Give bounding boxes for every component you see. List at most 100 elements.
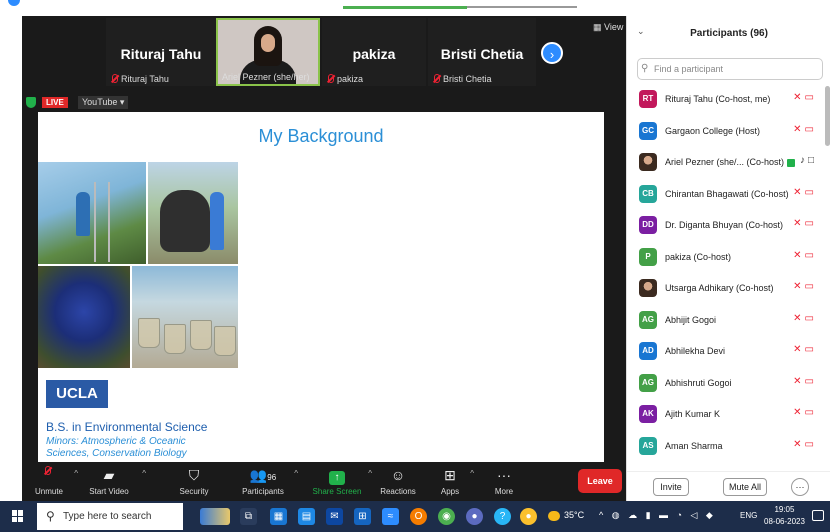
tile-name-small: Ariel Pezner (she/her) bbox=[222, 72, 310, 82]
participant-name-label: Chirantan Bhagawati (Co-host) bbox=[665, 188, 789, 199]
participant-row[interactable]: AS Aman Sharma ✕▭ bbox=[627, 433, 825, 465]
start-video-button[interactable]: ▰ Start Video ^ bbox=[82, 465, 146, 496]
mic-muted-icon[interactable]: ✕▭ bbox=[793, 407, 817, 418]
zoom-icon[interactable]: ≈ bbox=[382, 508, 399, 525]
windows-taskbar: ⚲ Type here to search ⧉ ▦ ▤ ✉ ⊞ ≈ O ◉ ● … bbox=[0, 501, 830, 532]
tile-name-big: pakiza bbox=[352, 46, 396, 62]
participant-search-input[interactable]: ⚲ Find a participant bbox=[637, 58, 823, 80]
zoom-screenshot: Rituraj Tahu Rituraj Tahu Ariel Pezner (… bbox=[0, 0, 830, 532]
news-widget-icon[interactable] bbox=[200, 508, 230, 525]
participants-panel: ⌄ Participants (96) ⚲ Find a participant… bbox=[626, 16, 830, 501]
participant-row[interactable]: Ppakiza (Co-host) ✕▭ bbox=[627, 244, 825, 276]
weather-temp: 35°C bbox=[564, 510, 585, 520]
security-button[interactable]: ⛉ Security bbox=[174, 465, 214, 496]
avatar bbox=[639, 279, 657, 297]
language-indicator[interactable]: ENG bbox=[740, 511, 757, 520]
shield-icon[interactable] bbox=[26, 97, 36, 108]
mic-muted-icon[interactable]: ✕▭ bbox=[793, 250, 817, 261]
participant-row[interactable]: AK Ajith Kumar K ✕▭ bbox=[627, 401, 825, 433]
leave-button[interactable]: Leave bbox=[578, 469, 622, 493]
opera-icon[interactable]: O bbox=[410, 508, 427, 525]
notification-icon[interactable] bbox=[812, 510, 824, 521]
participant-row[interactable]: DD Dr. Diganta Bhuyan (Co-host) ✕▭ bbox=[627, 212, 825, 244]
avatar bbox=[639, 153, 657, 171]
participant-row[interactable]: CB Chirantan Bhagawati (Co-host) ✕▭ bbox=[627, 181, 825, 213]
mic-muted-icon[interactable]: ✕▭ bbox=[793, 439, 817, 450]
video-tile-rituraj[interactable]: Rituraj Tahu Rituraj Tahu bbox=[106, 18, 216, 86]
avatar: AG bbox=[639, 310, 657, 329]
apps-button[interactable]: ⊞ Apps ^ bbox=[436, 465, 474, 496]
reactions-button[interactable]: ☺ Reactions bbox=[376, 465, 420, 496]
mic-muted-icon[interactable]: ✕▭ bbox=[793, 187, 817, 198]
participants-button[interactable]: 👥96 Participants ^ bbox=[238, 465, 298, 496]
search-icon: ⚲ bbox=[46, 509, 55, 523]
participant-name-label: Aman Sharma bbox=[665, 440, 723, 451]
mic-muted-icon[interactable]: ✕▭ bbox=[793, 344, 817, 355]
taskbar-search-input[interactable]: ⚲ Type here to search bbox=[37, 503, 183, 530]
mic-muted-icon[interactable]: ✕▭ bbox=[793, 313, 817, 324]
caret-up-icon[interactable]: ^ bbox=[368, 469, 372, 478]
mute-all-button[interactable]: Mute All bbox=[723, 478, 767, 496]
participant-row[interactable]: AD Abhilekha Devi ✕▭ bbox=[627, 338, 825, 370]
more-options-button[interactable]: ··· bbox=[791, 478, 809, 496]
app-icon[interactable]: ▦ bbox=[270, 508, 287, 525]
help-icon[interactable]: ? bbox=[494, 508, 511, 525]
calendar-icon[interactable]: ▤ bbox=[298, 508, 315, 525]
share-screen-button[interactable]: ↑ Share Screen ^ bbox=[312, 465, 372, 496]
participant-row[interactable]: Utsarga Adhikary (Co-host) ✕▭ bbox=[627, 275, 825, 307]
video-tile-ariel[interactable]: Ariel Pezner (she/her) bbox=[216, 18, 320, 86]
mic-on-icon[interactable]: ♪□ bbox=[800, 155, 817, 166]
caret-up-icon[interactable]: ^ bbox=[142, 469, 146, 478]
video-tile-bristi[interactable]: Bristi Chetia Bristi Chetia bbox=[428, 18, 536, 86]
participant-row[interactable]: GC Gargaon College (Host) ✕▭ bbox=[627, 118, 825, 150]
weather-widget[interactable]: 35°C bbox=[548, 510, 584, 521]
avatar: AD bbox=[639, 342, 657, 360]
window-edge-indicator bbox=[8, 0, 20, 6]
invite-button[interactable]: Invite bbox=[653, 478, 689, 496]
person bbox=[76, 192, 90, 236]
cup bbox=[138, 318, 160, 348]
participant-row[interactable]: AG Abhijit Gogoi ✕▭ bbox=[627, 307, 825, 339]
chrome-icon[interactable]: ◉ bbox=[438, 508, 455, 525]
cup bbox=[190, 320, 212, 350]
clock[interactable]: 19:05 08-06-2023 bbox=[764, 504, 805, 528]
chevron-right-icon[interactable]: › bbox=[541, 42, 563, 64]
participant-row[interactable]: RT Rituraj Tahu (Co-host, me) ✕▭ bbox=[627, 86, 825, 118]
mic-muted-icon[interactable]: ✕▭ bbox=[793, 218, 817, 229]
view-button[interactable]: ▦ View bbox=[593, 22, 623, 33]
participant-name-label: Ajith Kumar K bbox=[665, 409, 721, 419]
app-icon[interactable]: ● bbox=[466, 508, 483, 525]
task-view-icon[interactable]: ⧉ bbox=[240, 508, 257, 525]
participant-row[interactable]: Ariel Pezner (she/... (Co-host) ♪□ bbox=[627, 149, 825, 181]
participant-row[interactable]: AG Abhishruti Gogoi ✕▭ bbox=[627, 370, 825, 402]
slide-title: My Background bbox=[258, 126, 384, 146]
video-tile-pakiza[interactable]: pakiza pakiza bbox=[322, 18, 426, 86]
avatar: AS bbox=[639, 436, 657, 455]
cup bbox=[164, 324, 186, 354]
tile-name-label: Rituraj Tahu bbox=[121, 74, 169, 84]
unmute-button[interactable]: Unmute ^ bbox=[30, 465, 78, 496]
participants-count: 96 bbox=[267, 473, 277, 482]
more-button[interactable]: ··· More bbox=[490, 465, 518, 496]
caret-up-icon[interactable]: ^ bbox=[74, 469, 78, 478]
caret-up-icon[interactable]: ^ bbox=[470, 469, 474, 478]
mic-muted-icon[interactable]: ✕▭ bbox=[793, 376, 817, 387]
mail-icon[interactable]: ✉ bbox=[326, 508, 343, 525]
caret-up-icon[interactable]: ^ bbox=[294, 469, 298, 478]
store-icon[interactable]: ⊞ bbox=[354, 508, 371, 525]
mic-muted-icon[interactable]: ✕▭ bbox=[793, 124, 817, 135]
participant-name: pakiza (Co-host) bbox=[665, 252, 731, 262]
more-icon: ··· bbox=[497, 467, 511, 483]
scrollbar[interactable] bbox=[825, 86, 830, 146]
participant-name: Gargaon College (Host) bbox=[665, 126, 760, 136]
windows-start-icon[interactable] bbox=[12, 510, 24, 522]
livestream-platform-dropdown[interactable]: YouTube ▾ bbox=[78, 96, 129, 109]
system-tray-icons[interactable]: ^ ◍ ☁ ▮ ▬ ◔ ◁ ◆ bbox=[599, 510, 716, 521]
minors-text: Minors: Atmospheric & Oceanic Sciences, … bbox=[46, 436, 187, 459]
mic-muted-icon[interactable]: ✕▭ bbox=[793, 92, 817, 103]
search-placeholder: Find a participant bbox=[654, 64, 724, 74]
participant-name-label: Ariel Pezner (she/... (Co-host) bbox=[665, 157, 785, 167]
mic-muted-icon[interactable]: ✕▭ bbox=[793, 281, 817, 292]
app-icon[interactable]: ● bbox=[520, 508, 537, 525]
live-badge[interactable]: LIVE bbox=[42, 97, 68, 108]
